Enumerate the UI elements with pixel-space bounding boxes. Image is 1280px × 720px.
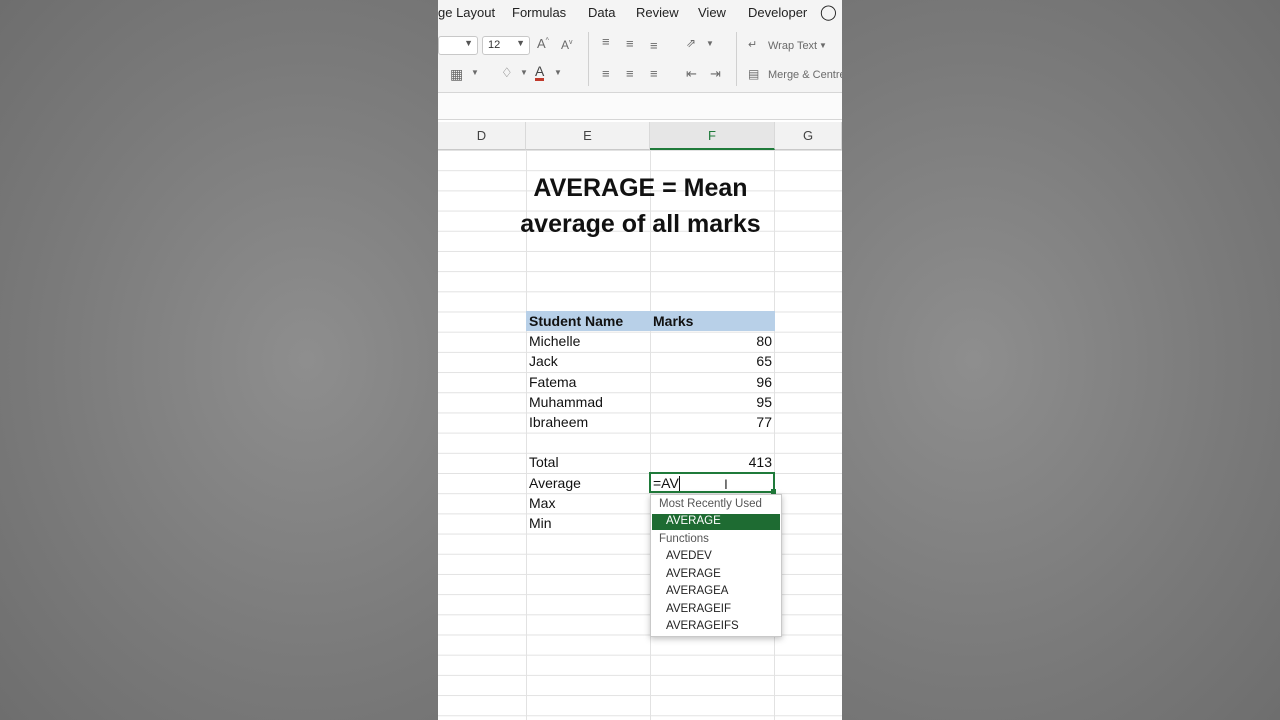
- student-marks-cell[interactable]: 95: [650, 392, 772, 412]
- excel-window: ge Layout Formulas Data Review View Deve…: [438, 0, 842, 720]
- active-cell-text: =AV: [653, 475, 679, 491]
- text-cursor-icon: I: [724, 476, 728, 492]
- fill-color-icon[interactable]: ♢: [501, 65, 513, 81]
- tab-review[interactable]: Review: [636, 5, 679, 20]
- chevron-down-icon[interactable]: ▼: [554, 68, 562, 77]
- increase-indent-icon[interactable]: ⇥: [710, 66, 721, 82]
- chevron-down-icon[interactable]: ▼: [471, 68, 479, 77]
- lightbulb-icon[interactable]: ◯: [820, 3, 837, 21]
- font-name-select[interactable]: ▼: [438, 36, 478, 55]
- autocomplete-item[interactable]: AVERAGE: [666, 568, 721, 580]
- ribbon-separator: [588, 32, 589, 86]
- orientation-icon[interactable]: ⇗: [686, 36, 696, 50]
- align-center-icon[interactable]: ≡: [626, 66, 634, 81]
- autocomplete-item[interactable]: AVEDEV: [666, 550, 712, 562]
- tab-page-layout[interactable]: ge Layout: [438, 5, 495, 20]
- active-cell-input[interactable]: =AV: [649, 472, 776, 494]
- total-label[interactable]: Total: [529, 452, 559, 472]
- autocomplete-item-selected[interactable]: AVERAGE: [652, 514, 780, 530]
- student-name-cell[interactable]: Ibraheem: [529, 412, 588, 432]
- align-middle-icon[interactable]: ≡: [626, 36, 634, 51]
- chevron-down-icon[interactable]: ▼: [706, 39, 714, 48]
- tab-view[interactable]: View: [698, 5, 726, 20]
- autocomplete-group-recent: Most Recently Used: [659, 498, 762, 510]
- student-name-cell[interactable]: Jack: [529, 351, 558, 371]
- header-marks[interactable]: Marks: [653, 311, 693, 331]
- borders-icon[interactable]: ▦: [450, 66, 463, 83]
- max-label[interactable]: Max: [529, 493, 555, 513]
- chevron-down-icon: ▼: [464, 38, 473, 48]
- align-right-icon[interactable]: ≡: [650, 66, 658, 81]
- formula-autocomplete: Most Recently Used AVERAGE Functions AVE…: [650, 494, 782, 637]
- ribbon-separator: [736, 32, 737, 86]
- title-line-2: average of all marks: [520, 210, 761, 238]
- chevron-down-icon[interactable]: ▼: [520, 68, 528, 77]
- tab-data[interactable]: Data: [588, 5, 615, 20]
- chevron-down-icon: ▼: [516, 38, 525, 48]
- align-top-icon[interactable]: ≡: [602, 34, 610, 49]
- formula-bar[interactable]: [438, 93, 842, 120]
- sheet-title: AVERAGE = Mean average of all marks: [498, 170, 783, 242]
- merge-centre-icon[interactable]: ▤: [748, 67, 759, 81]
- ribbon-toolbar: ▼ 12 ▼ A^ Av ▦ ▼ ♢ ▼ A ▼ ≡ ≡ ≡ ⇗ ▼ ≡ ≡ ≡…: [438, 26, 842, 93]
- student-marks-cell[interactable]: 80: [650, 331, 772, 351]
- align-bottom-icon[interactable]: ≡: [650, 38, 658, 53]
- student-name-cell[interactable]: Muhammad: [529, 392, 603, 412]
- column-header-d[interactable]: D: [438, 122, 526, 150]
- total-value[interactable]: 413: [650, 452, 772, 472]
- student-name-cell[interactable]: Michelle: [529, 331, 580, 351]
- tab-developer[interactable]: Developer: [748, 5, 807, 20]
- student-marks-cell[interactable]: 65: [650, 351, 772, 371]
- column-header-e[interactable]: E: [526, 122, 650, 150]
- decrease-indent-icon[interactable]: ⇤: [686, 66, 697, 82]
- student-name-cell[interactable]: Fatema: [529, 372, 576, 392]
- chevron-down-icon[interactable]: ▼: [819, 41, 827, 50]
- autocomplete-item[interactable]: AVERAGEIFS: [666, 620, 739, 632]
- min-label[interactable]: Min: [529, 513, 552, 533]
- autocomplete-item[interactable]: AVERAGEIF: [666, 603, 731, 615]
- align-left-icon[interactable]: ≡: [602, 66, 610, 81]
- wrap-text-button[interactable]: Wrap Text: [768, 40, 817, 52]
- increase-font-icon[interactable]: A^: [537, 36, 549, 51]
- font-size-select[interactable]: 12 ▼: [482, 36, 530, 55]
- background-right: [842, 0, 1280, 720]
- font-color-icon[interactable]: A: [535, 64, 545, 81]
- decrease-font-icon[interactable]: Av: [561, 38, 573, 52]
- header-student-name[interactable]: Student Name: [529, 311, 623, 331]
- student-marks-cell[interactable]: 96: [650, 372, 772, 392]
- merge-centre-button[interactable]: Merge & Centre: [768, 69, 842, 81]
- student-marks-cell[interactable]: 77: [650, 412, 772, 432]
- tab-formulas[interactable]: Formulas: [512, 5, 566, 20]
- column-header-f[interactable]: F: [650, 122, 775, 150]
- text-caret: [679, 476, 680, 491]
- background-left: [0, 0, 438, 720]
- autocomplete-item[interactable]: AVERAGEA: [666, 585, 728, 597]
- title-line-1: AVERAGE = Mean: [533, 174, 748, 202]
- average-label[interactable]: Average: [529, 473, 581, 493]
- autocomplete-group-functions: Functions: [659, 533, 709, 545]
- column-header-g[interactable]: G: [775, 122, 842, 150]
- ribbon-tab-bar: ge Layout Formulas Data Review View Deve…: [438, 0, 842, 26]
- wrap-text-icon[interactable]: ↵: [748, 38, 757, 51]
